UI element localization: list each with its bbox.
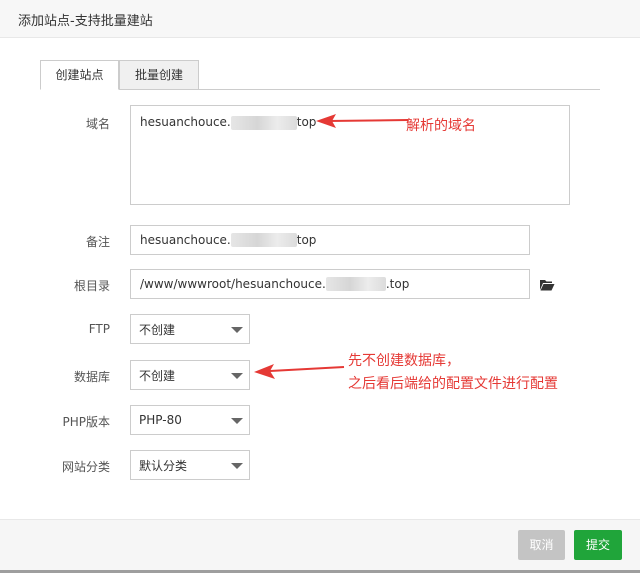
domain-value-prefix: hesuanchouce. bbox=[140, 115, 231, 129]
remark-input[interactable]: hesuanchouce. top bbox=[130, 225, 530, 255]
php-select[interactable]: PHP-80 bbox=[130, 405, 250, 435]
remark-value-suffix: top bbox=[296, 233, 317, 247]
database-selected: 不创建 bbox=[139, 368, 176, 383]
database-annotation-line1: 先不创建数据库， bbox=[348, 353, 460, 369]
tab-batch-create[interactable]: 批量创建 bbox=[119, 60, 199, 90]
category-selected: 默认分类 bbox=[139, 458, 188, 473]
php-label: PHP版本 bbox=[62, 415, 111, 429]
folder-open-icon[interactable] bbox=[539, 279, 555, 291]
database-arrow-icon bbox=[254, 364, 345, 379]
root-label: 根目录 bbox=[73, 279, 110, 293]
php-selected: PHP-80 bbox=[139, 413, 182, 427]
domain-annotation: 解析的域名 bbox=[406, 118, 476, 134]
category-select[interactable]: 默认分类 bbox=[130, 450, 250, 480]
database-select[interactable]: 不创建 bbox=[130, 360, 250, 390]
remark-label: 备注 bbox=[85, 235, 110, 249]
tab-create-site[interactable]: 创建站点 bbox=[40, 60, 119, 90]
root-value-prefix: /www/wwwroot/hesuanchouce. bbox=[140, 277, 326, 291]
chevron-down-icon bbox=[231, 463, 243, 469]
ftp-label: FTP bbox=[88, 322, 110, 336]
category-label: 网站分类 bbox=[61, 460, 110, 474]
database-annotation-line2: 之后看后端给的配置文件进行配置 bbox=[348, 376, 558, 392]
ftp-selected: 不创建 bbox=[139, 322, 176, 337]
dialog-titlebar: 添加站点-支持批量建站 bbox=[0, 0, 640, 38]
submit-button[interactable]: 提交 bbox=[574, 530, 622, 560]
domain-label: 域名 bbox=[85, 117, 110, 131]
root-value-suffix: .top bbox=[385, 277, 410, 291]
chevron-down-icon bbox=[231, 373, 243, 379]
add-site-dialog: 添加站点-支持批量建站 创建站点 批量创建 域名 hesuanchouce. to… bbox=[0, 0, 640, 573]
database-label: 数据库 bbox=[73, 370, 110, 384]
root-input[interactable]: /www/wwwroot/hesuanchouce. .top bbox=[130, 269, 530, 299]
chevron-down-icon bbox=[231, 418, 243, 424]
ftp-select[interactable]: 不创建 bbox=[130, 314, 250, 344]
tab-bar: 创建站点 批量创建 bbox=[40, 60, 600, 90]
cancel-button[interactable]: 取消 bbox=[518, 530, 565, 560]
redacted-block bbox=[230, 233, 297, 247]
chevron-down-icon bbox=[231, 327, 243, 333]
dialog-title: 添加站点-支持批量建站 bbox=[18, 14, 153, 29]
redacted-block bbox=[230, 115, 297, 130]
redacted-block bbox=[325, 277, 386, 291]
domain-arrow-icon bbox=[316, 114, 409, 128]
remark-value-prefix: hesuanchouce. bbox=[140, 233, 231, 247]
